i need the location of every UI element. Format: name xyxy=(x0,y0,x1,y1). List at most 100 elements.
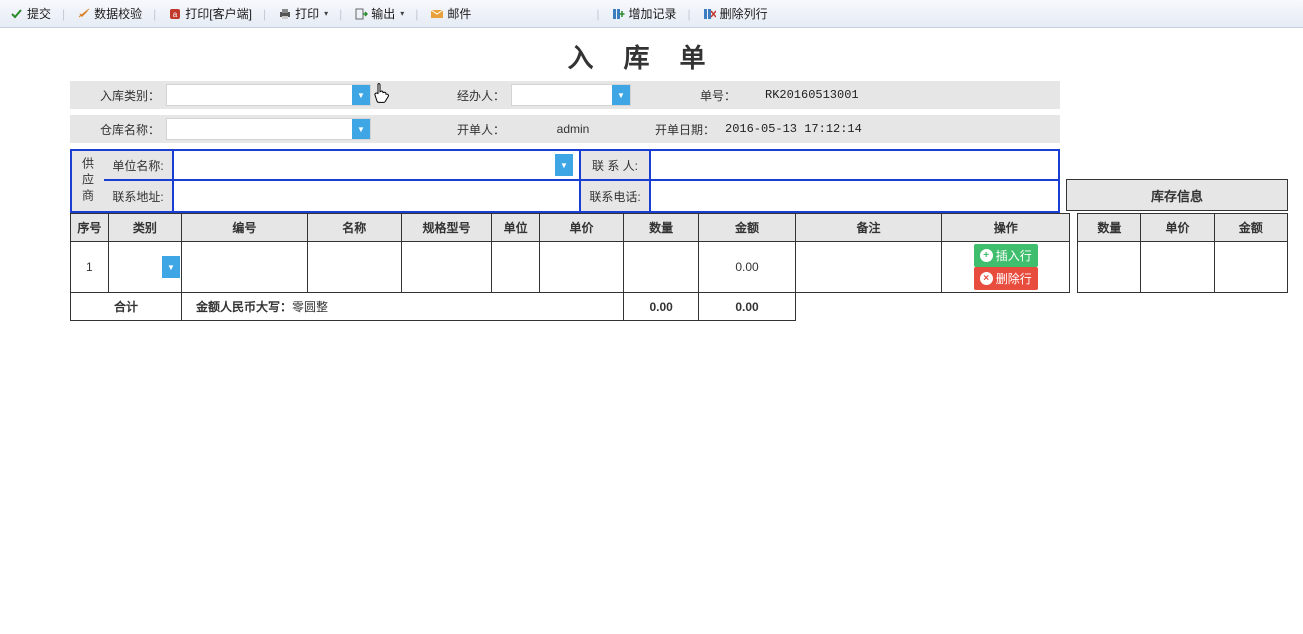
insert-row-button[interactable]: + 插入行 xyxy=(974,244,1038,267)
submit-icon xyxy=(9,6,24,21)
separator: | xyxy=(261,7,268,21)
warehouse-combo[interactable]: ▼ xyxy=(166,118,371,140)
cell-amount: 0.00 xyxy=(699,242,795,293)
unit-name-cell[interactable]: ▼ xyxy=(174,151,581,181)
cell-remark[interactable] xyxy=(795,242,942,293)
form-row-1: 入库类别： ▼ 经办人： ▼ 单号： RK20160513001 xyxy=(70,81,1060,109)
inbound-type-combo[interactable]: ▼ xyxy=(166,84,371,106)
submit-button[interactable]: 提交 xyxy=(4,3,56,24)
cell-stock-price xyxy=(1141,242,1214,293)
sum-text-value: 零圆整 xyxy=(292,300,328,314)
separator: | xyxy=(686,7,693,21)
cell-code[interactable] xyxy=(182,242,308,293)
doc-no-value: RK20160513001 xyxy=(761,88,859,102)
cell-stock-amount xyxy=(1214,242,1287,293)
issue-date-label: 开单日期： xyxy=(651,121,721,138)
th-no: 序号 xyxy=(71,214,109,242)
cell-operation: + 插入行 × 删除行 xyxy=(942,242,1070,293)
print-client-button[interactable]: a 打印[客户端] xyxy=(162,3,257,24)
handler-combo[interactable]: ▼ xyxy=(511,84,631,106)
issuer-value: admin xyxy=(511,122,631,136)
unit-name-label: 单位名称: xyxy=(104,151,174,181)
th-name: 名称 xyxy=(307,214,401,242)
issue-date-value: 2016-05-13 17:12:14 xyxy=(721,122,862,136)
delete-row-button[interactable]: 删除列行 xyxy=(697,3,773,24)
th-price: 单价 xyxy=(540,214,624,242)
chevron-down-icon[interactable]: ▼ xyxy=(555,154,573,176)
th-unit: 单位 xyxy=(492,214,540,242)
page-title: 入库单 xyxy=(0,28,1303,81)
validate-icon xyxy=(76,6,91,21)
cell-price[interactable] xyxy=(540,242,624,293)
th-spec: 规格型号 xyxy=(401,214,491,242)
print-label: 打印 xyxy=(295,5,319,22)
separator: | xyxy=(413,7,420,21)
delete-row-label: 删除行 xyxy=(996,270,1032,287)
chevron-down-icon[interactable]: ▼ xyxy=(162,256,180,278)
add-row-label: 增加记录 xyxy=(629,5,677,22)
separator: | xyxy=(594,7,601,21)
delete-row-label: 删除列行 xyxy=(720,5,768,22)
separator: | xyxy=(151,7,158,21)
print-button[interactable]: 打印 ▾ xyxy=(272,3,333,24)
cell-spec[interactable] xyxy=(401,242,491,293)
add-row-icon xyxy=(611,6,626,21)
th-operation: 操作 xyxy=(942,214,1070,242)
validate-button[interactable]: 数据校验 xyxy=(71,3,147,24)
supplier-side-label: 供应商 xyxy=(72,151,104,211)
contact-value-cell[interactable] xyxy=(651,151,1058,181)
inbound-type-label: 入库类别： xyxy=(71,87,166,104)
category-value xyxy=(110,256,162,278)
print-client-icon: a xyxy=(167,6,182,21)
sum-amount: 0.00 xyxy=(699,293,795,321)
dropdown-arrow-icon: ▾ xyxy=(324,9,328,18)
th-qty: 数量 xyxy=(623,214,698,242)
contact-label: 联 系 人: xyxy=(581,151,651,181)
warehouse-label: 仓库名称： xyxy=(71,121,166,138)
handler-label: 经办人： xyxy=(431,87,511,104)
export-label: 输出 xyxy=(371,5,395,22)
print-icon xyxy=(277,6,292,21)
dropdown-arrow-icon: ▾ xyxy=(400,9,404,18)
issuer-label: 开单人： xyxy=(431,121,511,138)
chevron-down-icon[interactable]: ▼ xyxy=(352,85,370,105)
grid-wrap: 供应商 单位名称: ▼ 联 系 人: 联系地址: 联系电话: 库存信息 xyxy=(70,149,1290,321)
cell-no: 1 xyxy=(71,242,109,293)
table-sum-row: 合计 金额人民币大写：零圆整 0.00 0.00 xyxy=(71,293,1288,321)
th-stock-qty: 数量 xyxy=(1078,214,1141,242)
table-row: 1 ▼ 0.00 + 插入行 xyxy=(71,242,1288,293)
th-remark: 备注 xyxy=(795,214,942,242)
sum-label: 合计 xyxy=(71,293,182,321)
sum-text: 金额人民币大写：零圆整 xyxy=(182,293,624,321)
phone-value-cell[interactable] xyxy=(651,181,1058,211)
delete-row-button[interactable]: × 删除行 xyxy=(974,267,1038,290)
add-row-button[interactable]: 增加记录 xyxy=(606,3,682,24)
x-icon: × xyxy=(980,272,993,285)
form-area: 入库类别： ▼ 经办人： ▼ 单号： RK20160513001 仓库名称： ▼… xyxy=(70,81,1060,143)
svg-text:a: a xyxy=(173,10,178,19)
address-label: 联系地址: xyxy=(104,181,174,211)
main-table: 序号 类别 编号 名称 规格型号 单位 单价 数量 金额 备注 操作 数量 单价… xyxy=(70,213,1288,321)
email-label: 邮件 xyxy=(447,5,471,22)
separator: | xyxy=(60,7,67,21)
email-button[interactable]: 邮件 xyxy=(424,3,476,24)
th-stock-price: 单价 xyxy=(1141,214,1214,242)
sum-text-prefix: 金额人民币大写： xyxy=(196,300,292,314)
doc-no-label: 单号： xyxy=(681,87,761,104)
address-value-cell[interactable] xyxy=(174,181,581,211)
export-button[interactable]: 输出 ▾ xyxy=(348,3,409,24)
cell-unit[interactable] xyxy=(492,242,540,293)
export-icon xyxy=(353,6,368,21)
cell-name[interactable] xyxy=(307,242,401,293)
separator: | xyxy=(337,7,344,21)
cell-category[interactable]: ▼ xyxy=(108,242,181,293)
th-code: 编号 xyxy=(182,214,308,242)
cell-qty[interactable] xyxy=(623,242,698,293)
form-row-2: 仓库名称： ▼ 开单人： admin 开单日期： 2016-05-13 17:1… xyxy=(70,115,1060,143)
insert-row-label: 插入行 xyxy=(996,247,1032,264)
chevron-down-icon[interactable]: ▼ xyxy=(352,119,370,139)
th-stock-amount: 金额 xyxy=(1214,214,1287,242)
delete-row-icon xyxy=(702,6,717,21)
chevron-down-icon[interactable]: ▼ xyxy=(612,85,630,105)
sum-qty: 0.00 xyxy=(623,293,698,321)
